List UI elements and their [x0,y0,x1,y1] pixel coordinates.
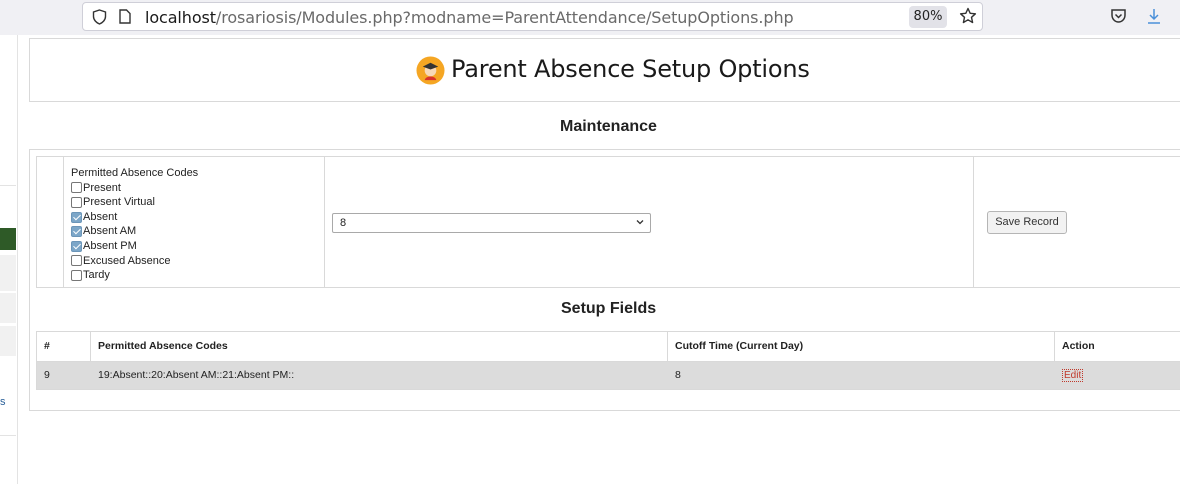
maintenance-form: Permitted Absence Codes Present Present … [36,156,1180,288]
page-title: Parent Absence Setup Options [451,55,810,83]
url-bar[interactable]: localhost/rosariosis/Modules.php?modname… [82,2,983,31]
sidebar-divider [0,185,16,186]
code-option-absent-am[interactable]: Absent AM [71,224,198,239]
cutoff-select-value: 8 [340,217,347,229]
code-label: Present [83,181,121,194]
column-header: Cutoff Time (Current Day) [668,332,1055,361]
checkbox[interactable] [71,269,82,281]
url-host: localhost [145,8,216,27]
code-label: Absent [83,210,118,223]
row-action: Edit [1055,362,1180,389]
url-text[interactable]: localhost/rosariosis/Modules.php?modname… [145,8,794,27]
absence-codes-group: Permitted Absence Codes Present Present … [71,166,198,283]
code-label: Tardy [83,269,110,282]
code-option-present-virtual[interactable]: Present Virtual [71,195,198,210]
maintenance-heading: Maintenance [560,118,657,135]
column-header: # [37,332,91,361]
code-label: Absent PM [83,239,137,252]
pocket-icon[interactable] [1110,8,1127,24]
edit-link[interactable]: Edit [1062,369,1084,382]
sidebar-item[interactable] [0,326,16,356]
browser-toolbar: localhost/rosariosis/Modules.php?modname… [0,0,1180,35]
row-number: 9 [44,369,50,381]
page-header: Parent Absence Setup Options [29,38,1180,102]
code-option-excused-absence[interactable]: Excused Absence [71,254,198,269]
table-header: # Permitted Absence Codes Cutoff Time (C… [37,332,1180,362]
code-label: Absent AM [83,225,137,238]
code-option-tardy[interactable]: Tardy [71,268,198,283]
graduate-avatar-icon [416,56,445,85]
cutoff-time-select[interactable]: 8 [332,213,651,233]
checkbox[interactable] [71,226,82,238]
checkbox[interactable] [71,240,82,252]
row-codes: 19:Absent::20:Absent AM::21:Absent PM:: [98,369,295,381]
setup-fields-table: # Permitted Absence Codes Cutoff Time (C… [36,331,1180,390]
checkbox[interactable] [71,211,82,223]
chevron-down-icon [636,220,644,225]
checkbox[interactable] [71,182,82,194]
zoom-indicator[interactable]: 80% [909,6,947,28]
sidebar-item[interactable] [0,255,16,291]
row-cutoff: 8 [675,369,681,381]
code-option-absent-pm[interactable]: Absent PM [71,239,198,254]
code-label: Present Virtual [83,196,155,209]
sidebar-divider [0,435,16,436]
sidebar-item[interactable] [0,293,16,323]
star-icon[interactable] [959,7,977,25]
sidebar-link-text[interactable]: s [0,396,6,408]
code-label: Excused Absence [83,254,171,267]
shield-icon[interactable] [92,9,107,25]
column-header: Action [1062,340,1095,352]
form-cell [37,157,64,287]
url-path: /rosariosis/Modules.php?modname=ParentAt… [215,8,794,27]
setup-fields-heading: Setup Fields [561,300,657,317]
table-row: 9 19:Absent::20:Absent AM::21:Absent PM:… [37,362,1180,389]
sidebar-active-item[interactable] [0,228,16,250]
absence-codes-label: Permitted Absence Codes [71,167,199,179]
save-record-button[interactable]: Save Record [987,211,1067,234]
page-icon [119,9,131,24]
app-sidebar: s [0,35,18,484]
column-header: Permitted Absence Codes [91,332,668,361]
code-option-present[interactable]: Present [71,181,198,196]
checkbox[interactable] [71,255,82,267]
checkbox[interactable] [71,196,82,208]
download-icon[interactable] [1145,7,1163,25]
code-option-absent[interactable]: Absent [71,210,198,225]
